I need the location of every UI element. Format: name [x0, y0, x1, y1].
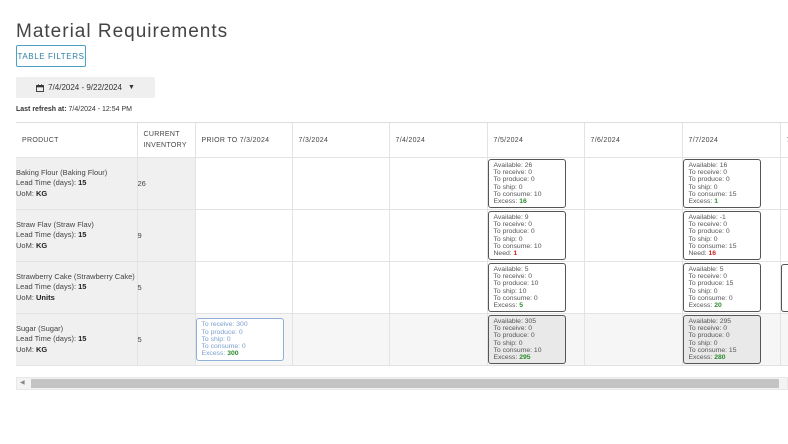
lead-time: Lead Time (days): 15: [16, 282, 87, 292]
inventory-cell: 5: [137, 313, 196, 366]
date-cell: [584, 157, 683, 210]
last-refresh-value: 7/4/2024 - 12:54 PM: [68, 106, 132, 113]
table-row: Sugar (Sugar) Lead Time (days): 15 UoM: …: [16, 313, 788, 366]
excess-value: 280: [714, 353, 726, 361]
requirement-box[interactable]: Available: 5 To receive: 0 To produce: 10 T…: [487, 262, 566, 313]
header-current-inventory[interactable]: CURRENT INVENTORY: [137, 123, 196, 158]
header-date[interactable]: 7: [780, 123, 788, 158]
horizontal-scrollbar[interactable]: ◀: [16, 377, 788, 390]
date-cell: [780, 157, 788, 210]
date-cell: [780, 209, 788, 262]
excess-value: 300: [227, 350, 239, 358]
date-cell: Available: -1 To receive: 0 To produce: 0T…: [682, 209, 781, 262]
date-cell: [292, 313, 390, 366]
lead-time: Lead Time (days): 15: [16, 334, 87, 344]
scrollbar-thumb[interactable]: [31, 379, 779, 388]
excess-value: 1: [714, 197, 718, 205]
last-refresh-label: Last refresh at:: [16, 106, 67, 113]
last-refresh: Last refresh at: 7/4/2024 - 12:54 PM: [16, 106, 132, 113]
product-cell: Sugar (Sugar) Lead Time (days): 15 UoM: …: [16, 313, 138, 366]
prior-cell: [195, 261, 293, 314]
page-title: Material Requirements: [16, 20, 229, 42]
prior-cell: [195, 157, 293, 210]
inventory-cell: 5: [137, 261, 196, 314]
date-cell: Available: 5 To receive: 0 To produce: 10 T…: [487, 261, 585, 314]
table-row: Strawberry Cake (Strawberry Cake) Lead T…: [16, 261, 788, 314]
calendar-icon: [36, 83, 45, 92]
table-row: Baking Flour (Baking Flour) Lead Time (d…: [16, 157, 788, 210]
requirement-box[interactable]: Available: 5 To receive: 0 To produce: 15 T…: [682, 262, 761, 313]
date-cell: [389, 157, 488, 210]
product-cell: Straw Flav (Straw Flav) Lead Time (days)…: [16, 209, 138, 262]
date-cell: Available: 9 To receive: 0 To produce: 0 To…: [487, 209, 585, 262]
date-cell: [584, 261, 683, 314]
date-cell: Available: 5 To receive: 0 To produce: 15 T…: [682, 261, 781, 314]
prior-requirement-box[interactable]: To receive: 300 To produce: 0 To ship: 0 To…: [195, 318, 284, 361]
material-grid: PRODUCT CURRENT INVENTORY PRIOR TO 7/3/2…: [16, 122, 788, 369]
uom: UoM: Units: [16, 292, 55, 302]
scroll-left-icon[interactable]: ◀: [20, 378, 25, 389]
prior-cell: [195, 209, 293, 262]
inventory-cell: 26: [137, 157, 196, 210]
header-date[interactable]: 7/5/2024: [487, 123, 585, 158]
date-cell: [292, 261, 390, 314]
need-value: 1: [513, 249, 518, 257]
date-cell: [292, 157, 390, 210]
date-cell: Available: 26 To receive: 0 To produce: 0T…: [487, 157, 585, 210]
date-cell: [780, 261, 788, 314]
requirement-box[interactable]: Available: 305 To receive: 0 To produce: 0…: [487, 314, 566, 365]
product-name[interactable]: Sugar (Sugar): [16, 324, 137, 335]
header-date[interactable]: 7/4/2024: [389, 123, 488, 158]
uom: UoM: KG: [16, 240, 48, 250]
date-range-value: 7/4/2024 - 9/22/2024: [48, 83, 122, 92]
prior-cell: To receive: 300 To produce: 0 To ship: 0 To…: [195, 313, 293, 366]
product-name[interactable]: Baking Flour (Baking Flour): [16, 168, 137, 179]
excess-value: 20: [714, 301, 722, 309]
date-cell: [292, 209, 390, 262]
product-name[interactable]: Straw Flav (Straw Flav): [16, 220, 137, 231]
requirement-box[interactable]: Available: 16 To receive: 0 To produce: 0T…: [682, 158, 761, 209]
date-cell: [389, 261, 488, 314]
product-cell: Strawberry Cake (Strawberry Cake) Lead T…: [16, 261, 138, 314]
header-prior[interactable]: PRIOR TO 7/3/2024: [195, 123, 293, 158]
caret-down-icon: ▼: [127, 84, 135, 91]
uom: UoM: KG: [16, 344, 48, 354]
excess-value: 16: [519, 197, 527, 205]
product-cell: Baking Flour (Baking Flour) Lead Time (d…: [16, 157, 138, 210]
table-header: PRODUCT CURRENT INVENTORY PRIOR TO 7/3/2…: [16, 123, 788, 158]
header-date[interactable]: 7/3/2024: [292, 123, 390, 158]
date-range-dropdown[interactable]: 7/4/2024 - 9/22/2024 ▼: [16, 77, 155, 98]
lead-time: Lead Time (days): 15: [16, 230, 87, 240]
date-cell: [780, 313, 788, 366]
date-cell: Available: 305 To receive: 0 To produce: 0…: [487, 313, 585, 366]
requirement-box[interactable]: Available: 26 To receive: 0 To produce: 0T…: [487, 158, 566, 209]
table-filters-button[interactable]: TABLE FILTERS: [16, 45, 86, 67]
inventory-cell: 9: [137, 209, 196, 262]
requirements-table: PRODUCT CURRENT INVENTORY PRIOR TO 7/3/2…: [16, 123, 788, 366]
header-date[interactable]: 7/6/2024: [584, 123, 683, 158]
lead-time: Lead Time (days): 15: [16, 178, 87, 188]
header-date[interactable]: 7/7/2024: [682, 123, 781, 158]
date-cell: [389, 313, 488, 366]
requirement-box[interactable]: Available: -1 To receive: 0 To produce: 0T…: [682, 210, 761, 261]
date-cell: Available: 16 To receive: 0 To produce: 0T…: [682, 157, 781, 210]
date-cell: [584, 209, 683, 262]
uom: UoM: KG: [16, 188, 48, 198]
excess-value: 5: [519, 301, 523, 309]
header-product[interactable]: PRODUCT: [16, 123, 138, 158]
date-cell: [389, 209, 488, 262]
product-name[interactable]: Strawberry Cake (Strawberry Cake): [16, 272, 137, 283]
requirement-box[interactable]: Available: 295 To receive: 0 To produce: 0…: [682, 314, 761, 365]
requirement-box[interactable]: Available: 9 To receive: 0 To produce: 0 To…: [487, 210, 566, 261]
table-row: Straw Flav (Straw Flav) Lead Time (days)…: [16, 209, 788, 262]
date-cell: [584, 313, 683, 366]
excess-value: 295: [519, 353, 531, 361]
date-cell: Available: 295 To receive: 0 To produce: 0…: [682, 313, 781, 366]
need-value: 16: [708, 249, 717, 257]
requirement-box-partial[interactable]: [780, 263, 788, 312]
